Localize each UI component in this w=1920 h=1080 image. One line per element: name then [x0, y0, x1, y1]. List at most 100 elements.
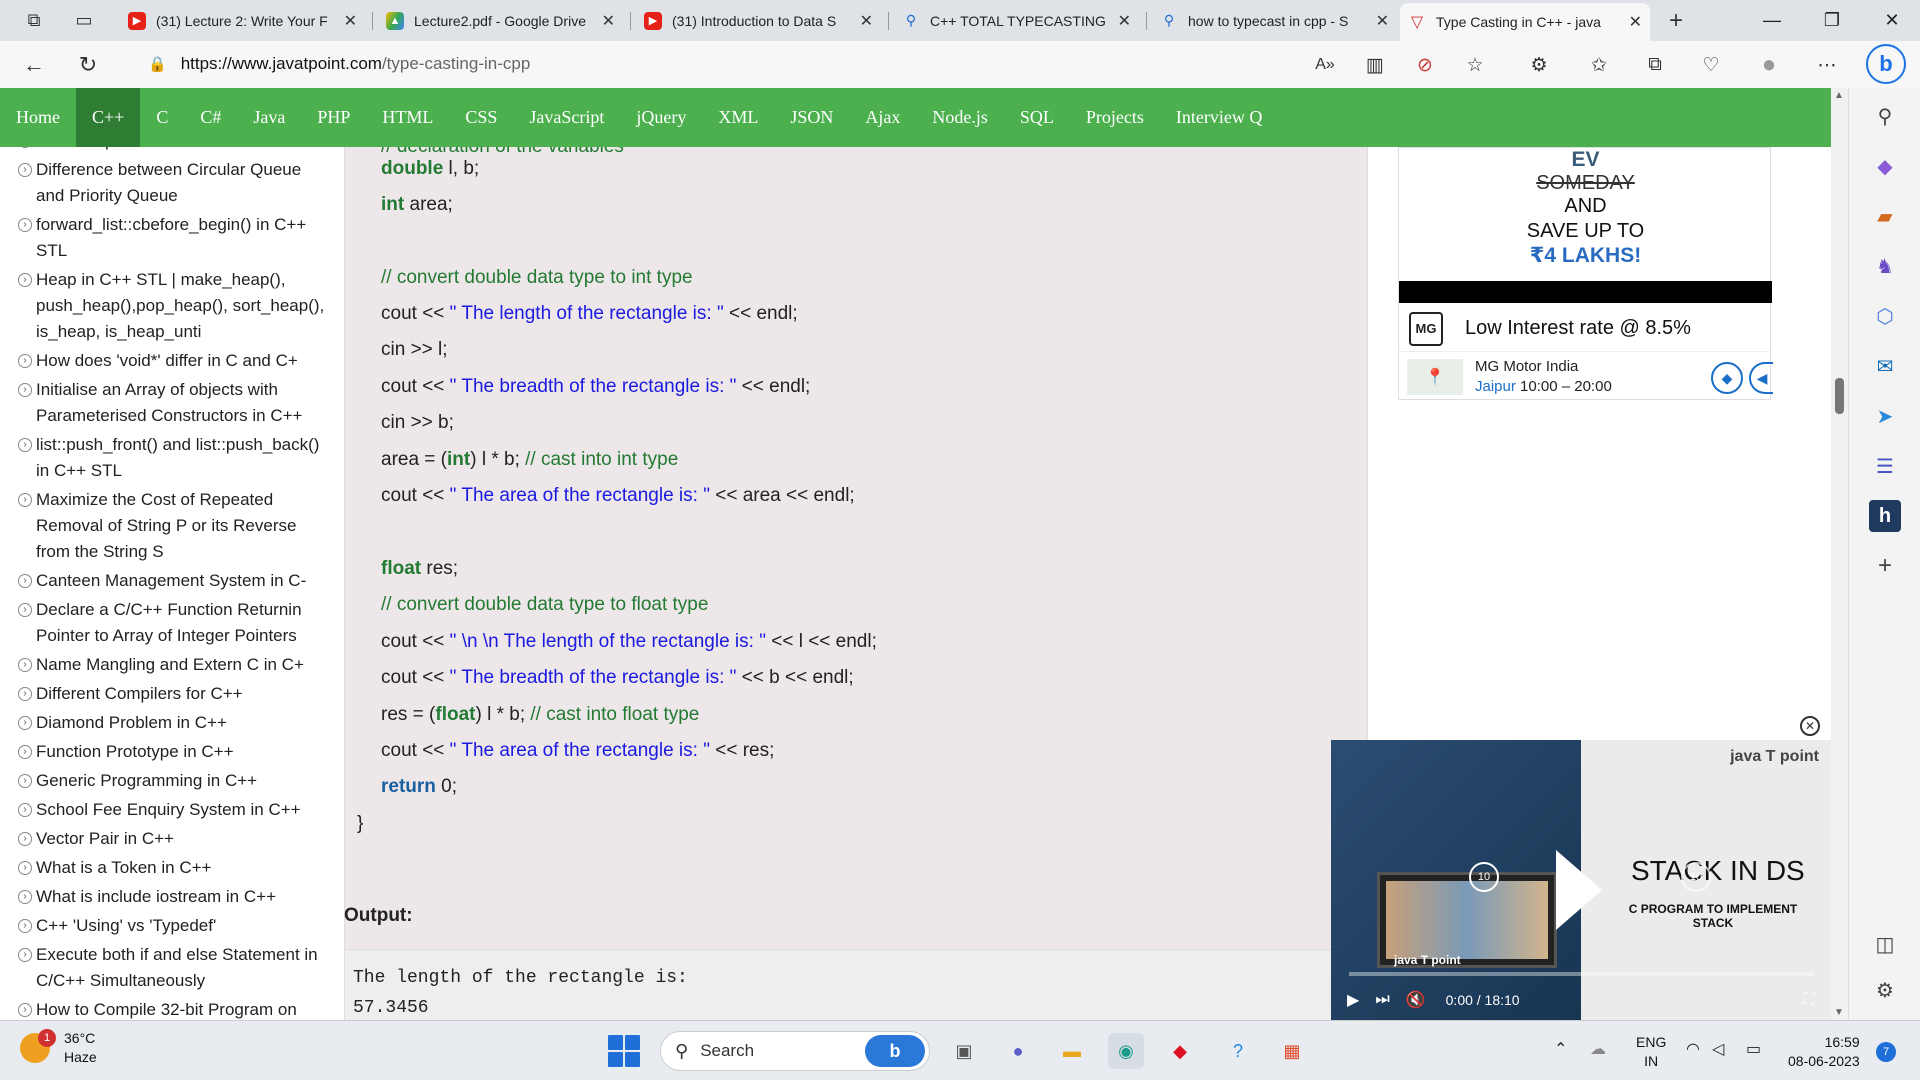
forward-10-icon[interactable]: 10 [1681, 862, 1711, 892]
teams-icon[interactable]: ● [1000, 1033, 1036, 1069]
sidebar-item[interactable]: › What is a Token in C++ [0, 855, 330, 881]
restore-icon[interactable]: ❐ [1802, 0, 1862, 41]
nav-ajax[interactable]: Ajax [849, 88, 916, 147]
profile-avatar-icon[interactable]: ● [1754, 50, 1784, 80]
onedrive-icon[interactable]: ☁ [1590, 1039, 1606, 1059]
edge-icon[interactable]: ◉ [1108, 1033, 1144, 1069]
task-view-icon[interactable]: ▣ [946, 1033, 982, 1069]
games-icon[interactable]: ♞ [1869, 250, 1901, 282]
favorites-icon[interactable]: ✩ [1584, 50, 1614, 80]
next-icon[interactable]: ⏭ [1375, 991, 1389, 1009]
scroll-up-icon[interactable]: ▲ [1834, 90, 1844, 101]
sidebar-item[interactable]: › School Fee Enquiry System in C++ [0, 797, 330, 823]
lock-icon[interactable]: 🔒 [148, 55, 167, 73]
tab-1[interactable]: ▶ (31) Lecture 2: Write Your F ✕ [120, 4, 365, 37]
close-tab-icon[interactable]: ✕ [1376, 11, 1389, 31]
rewind-10-icon[interactable]: 10 [1469, 862, 1499, 892]
list-icon[interactable]: ☰ [1869, 450, 1901, 482]
scroll-down-icon[interactable]: ▼ [1834, 1007, 1844, 1018]
minimize-icon[interactable]: — [1742, 0, 1802, 41]
close-window-icon[interactable]: ✕ [1862, 0, 1920, 41]
tab-4[interactable]: ⚲ C++ TOTAL TYPECASTING ✕ [894, 4, 1139, 37]
tab-3[interactable]: ▶ (31) Introduction to Data S ✕ [636, 4, 881, 37]
extensions-icon[interactable]: ⚙ [1524, 50, 1554, 80]
notification-badge[interactable]: 7 [1876, 1042, 1896, 1062]
refresh-icon[interactable]: ↻ [72, 49, 104, 81]
mute-icon[interactable]: 🔇 [1406, 990, 1426, 1010]
nav-java[interactable]: Java [237, 88, 301, 147]
tab-actions-icon[interactable]: ▭ [64, 0, 104, 41]
scrollbar-thumb[interactable] [1835, 378, 1844, 414]
video-player[interactable]: java T point java T point STACK IN DS C … [1331, 740, 1831, 1020]
sidebar-item[interactable]: › forward_list::cbefore_begin() in C++ ST… [0, 212, 330, 264]
sidebar-item[interactable]: › Declare a C/C++ Function Returnin Point… [0, 597, 330, 649]
sidebar-item[interactable]: › Vector Pair in C++ [0, 826, 330, 852]
nav-javascript[interactable]: JavaScript [513, 88, 620, 147]
sidebar-item[interactable]: › How does 'void*' differ in C and C+ [0, 348, 330, 374]
nav-css[interactable]: CSS [449, 88, 513, 147]
add-sidebar-app-icon[interactable]: + [1869, 550, 1901, 582]
sidebar-item[interactable]: › list::push_front() and list::push_back(… [0, 432, 330, 484]
nav-xml[interactable]: XML [702, 88, 774, 147]
outlook-icon[interactable]: ✉ [1869, 350, 1901, 382]
favorite-star-icon[interactable]: ☆ [1460, 50, 1490, 80]
video-progress-bar[interactable] [1349, 972, 1813, 976]
nav-jquery[interactable]: jQuery [620, 88, 702, 147]
read-aloud-icon[interactable]: A» [1310, 50, 1340, 80]
tab-5[interactable]: ⚲ how to typecast in cpp - S ✕ [1152, 4, 1397, 37]
sidebar-item[interactable]: › How to Compile 32-bit Program on [0, 997, 330, 1020]
close-ad-icon[interactable]: ✕ [1800, 716, 1820, 736]
more-options-icon[interactable]: ⋯ [1812, 50, 1842, 80]
sidebar-item[interactable]: › Canteen Management System in C- [0, 568, 330, 594]
immersive-reader-icon[interactable]: ▥ [1360, 50, 1390, 80]
ad-rate-row[interactable]: MG Low Interest rate @ 8.5% [1399, 306, 1772, 352]
close-tab-icon[interactable]: ✕ [1118, 11, 1131, 31]
language-indicator[interactable]: ENG IN [1636, 1033, 1666, 1071]
back-icon[interactable]: ← [18, 49, 50, 81]
performance-icon[interactable]: ♡ [1696, 50, 1726, 80]
new-tab-icon[interactable]: + [1656, 0, 1696, 41]
nav-interview-q[interactable]: Interview Q [1160, 88, 1278, 147]
sidebar-item[interactable]: › Heap in C++ STL | make_heap(), push_hea… [0, 267, 330, 345]
file-explorer-icon[interactable]: ▬ [1054, 1033, 1090, 1069]
nav-projects[interactable]: Projects [1070, 88, 1160, 147]
close-tab-icon[interactable]: ✕ [1629, 12, 1642, 32]
sidebar-item[interactable]: › Different Compilers for C++ [0, 681, 330, 707]
tips-icon[interactable]: ? [1220, 1033, 1256, 1069]
url-field[interactable]: 🔒 https://www.javatpoint.com /type-casti… [140, 47, 1360, 81]
sidebar-settings-icon[interactable]: ⚙ [1869, 974, 1901, 1006]
tray-chevron-icon[interactable]: ⌃ [1554, 1039, 1567, 1059]
battery-icon[interactable]: ▭ [1746, 1039, 1761, 1059]
bing-copilot-icon[interactable]: b [1866, 44, 1906, 84]
advertisement[interactable]: EV SOMEDAY AND SAVE UP TO ₹4 LAKHS! MG L… [1398, 147, 1773, 400]
call-icon[interactable]: ◀ [1749, 362, 1773, 394]
bing-icon[interactable]: b [865, 1035, 925, 1067]
close-tab-icon[interactable]: ✕ [602, 11, 615, 31]
volume-icon[interactable]: ◁ [1712, 1039, 1724, 1059]
play-button-icon[interactable]: ▶ [1347, 990, 1359, 1010]
wifi-icon[interactable]: ◠ [1686, 1039, 1700, 1059]
nav-csharp[interactable]: C# [184, 88, 237, 147]
tab-2[interactable]: ▲ Lecture2.pdf - Google Drive ✕ [378, 4, 623, 37]
sidebar-item[interactable]: › Difference between Circular Queue and P… [0, 157, 330, 209]
close-tab-icon[interactable]: ✕ [344, 11, 357, 31]
nav-home[interactable]: Home [0, 88, 76, 147]
nav-html[interactable]: HTML [366, 88, 449, 147]
windows-start-icon[interactable] [608, 1035, 640, 1067]
nav-nodejs[interactable]: Node.js [916, 88, 1004, 147]
play-icon[interactable] [1556, 850, 1602, 930]
microsoft-365-icon[interactable]: ⬡ [1869, 300, 1901, 332]
send-icon[interactable]: ➤ [1869, 400, 1901, 432]
sidebar-item[interactable]: › C++ 'Using' vs 'Typedef' [0, 913, 330, 939]
taskbar-search[interactable]: ⚲ Search b [660, 1031, 930, 1071]
nav-php[interactable]: PHP [301, 88, 366, 147]
sidebar-item[interactable]: › C++ Pre-processors [0, 147, 330, 154]
sidebar-search-icon[interactable]: ⚲ [1869, 100, 1901, 132]
tracking-prevention-icon[interactable]: ⊘ [1410, 50, 1440, 80]
app-red-icon[interactable]: ◆ [1162, 1033, 1198, 1069]
sidebar-item[interactable]: › What is include iostream in C++ [0, 884, 330, 910]
sidebar-item[interactable]: › Function Prototype in C++ [0, 739, 330, 765]
collections-icon[interactable]: ⧉ [1640, 50, 1670, 80]
fullscreen-icon[interactable]: ⛶ [1804, 991, 1815, 1009]
nav-cpp[interactable]: C++ [76, 88, 141, 147]
